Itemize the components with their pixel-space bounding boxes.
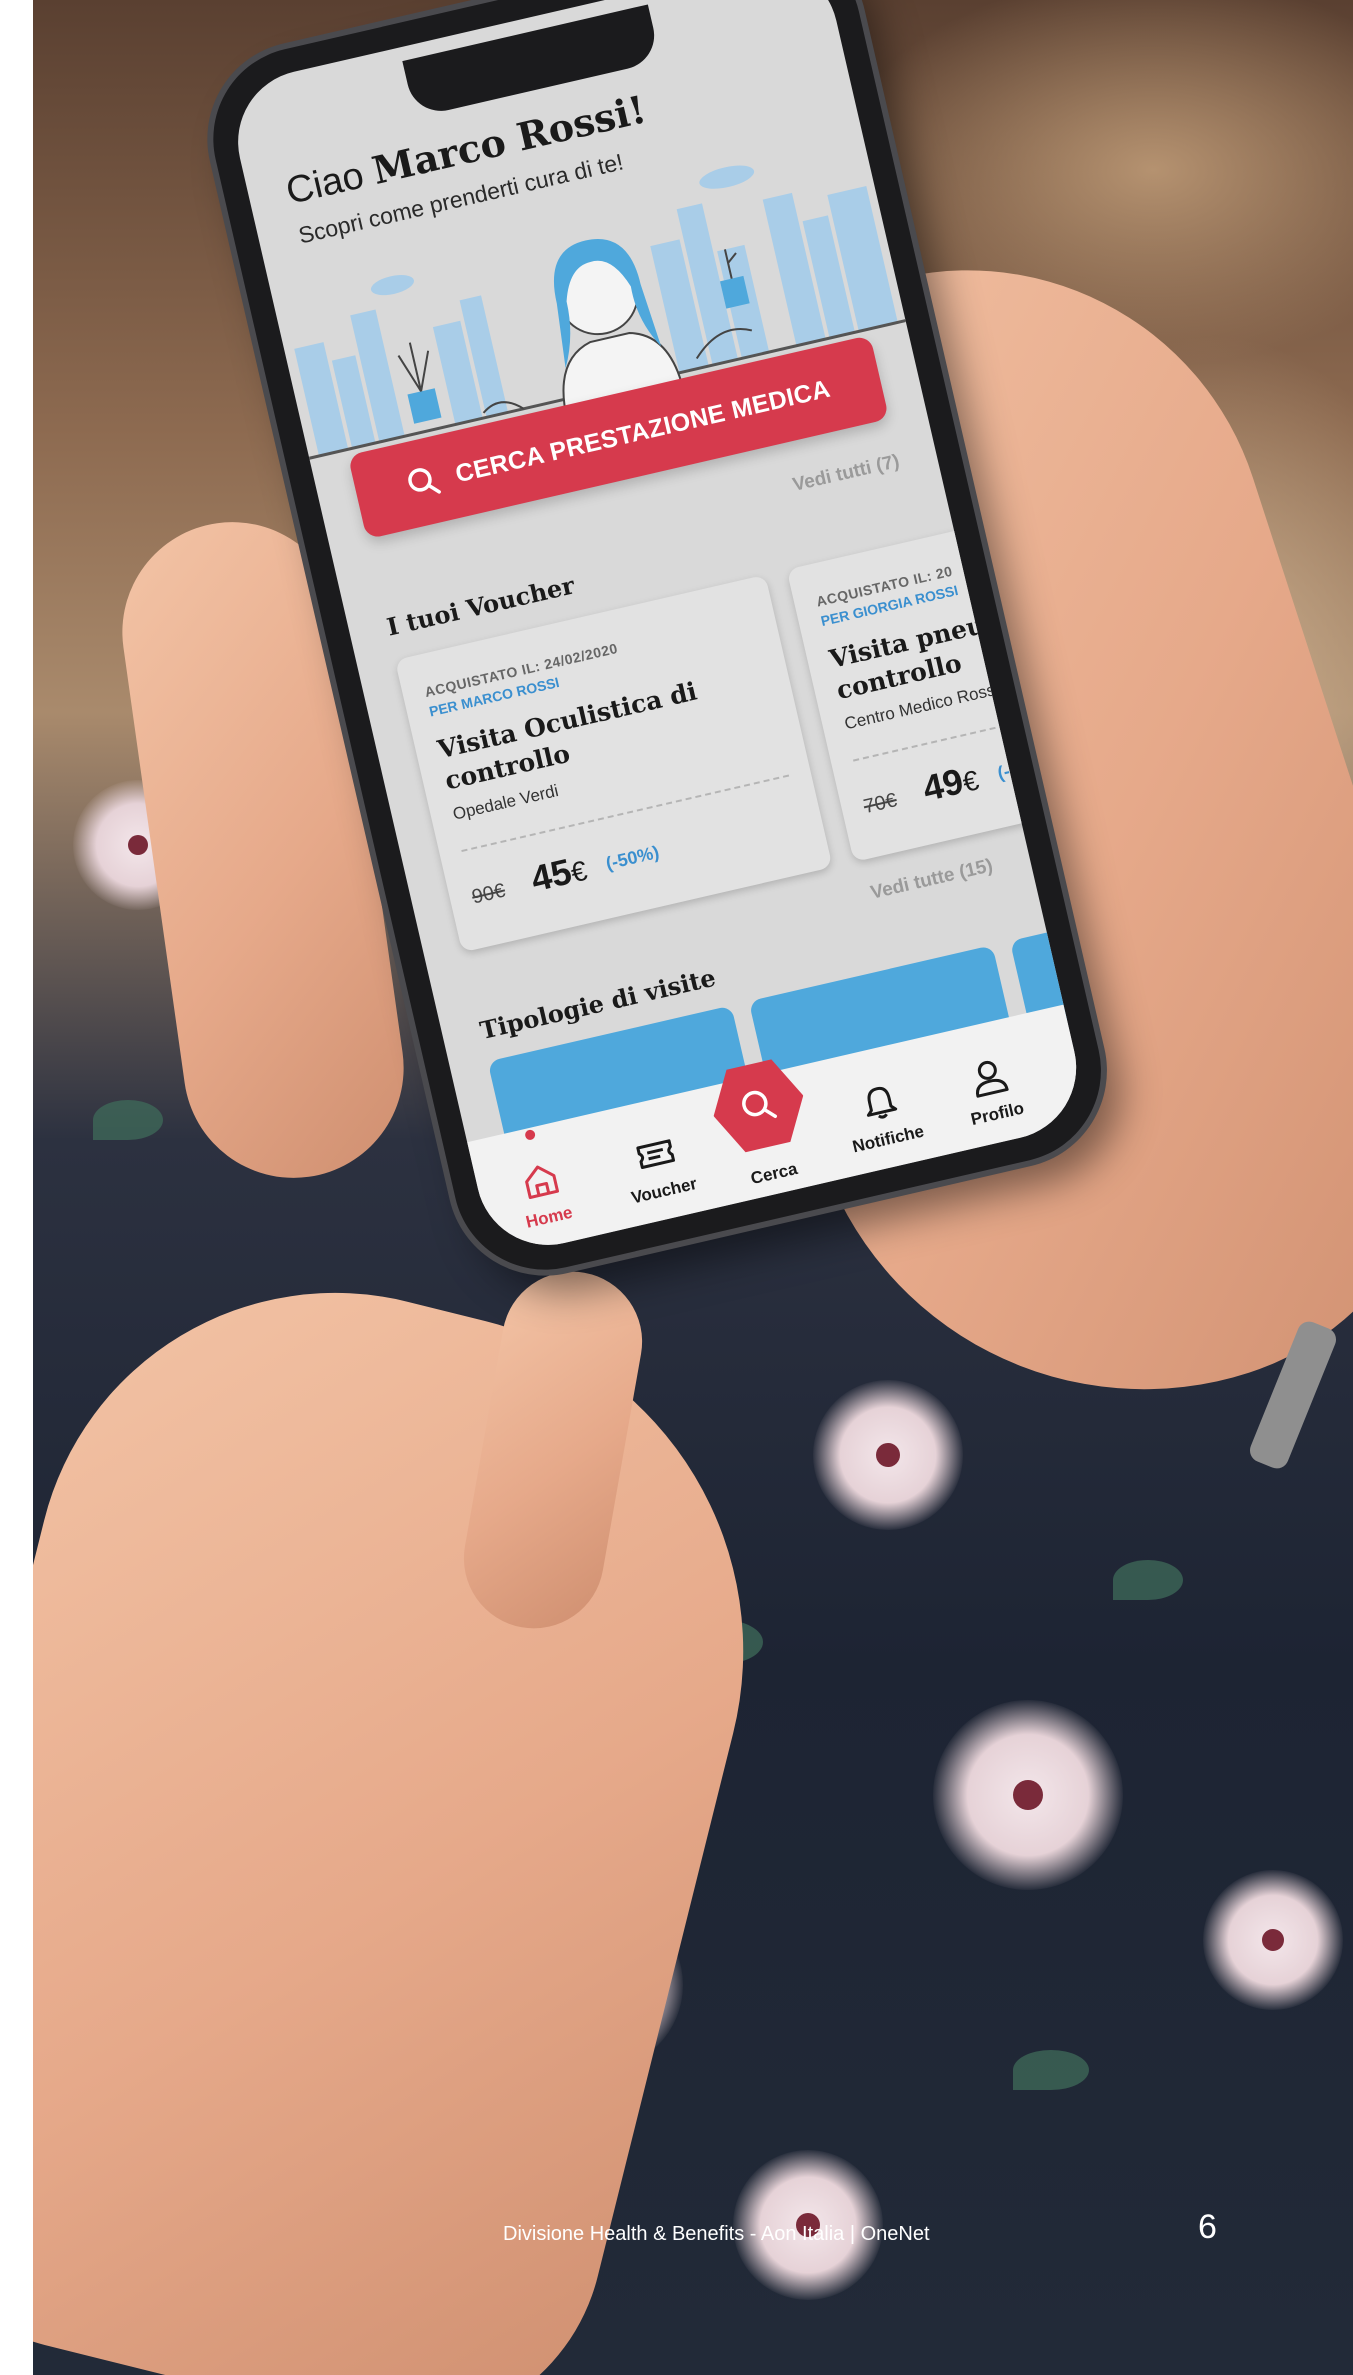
tab-notifications-label: Notifiche [850, 1121, 926, 1157]
discount: (-50%) [603, 841, 661, 874]
flower-decoration [1203, 1870, 1343, 2010]
see-all-vouchers-link[interactable]: Vedi tutti (7) [791, 451, 902, 497]
leaf-decoration [1013, 2050, 1089, 2090]
tab-profile[interactable]: Profilo [931, 1045, 1053, 1136]
bell-icon [866, 1086, 898, 1119]
old-price: 90€ [469, 879, 508, 909]
voucher-card[interactable]: ACQUISTATO IL: 24/02/2020 PER MARCO ROSS… [394, 574, 833, 953]
flower-decoration [933, 1700, 1123, 1890]
price: 45€ [527, 847, 591, 900]
active-indicator [524, 1128, 537, 1141]
home-icon [525, 1165, 560, 1199]
leaf-decoration [93, 1100, 163, 1140]
tab-profile-label: Profilo [968, 1098, 1026, 1130]
left-hand [33, 1229, 816, 2375]
tab-home-label: Home [523, 1202, 575, 1232]
user-icon [976, 1060, 1009, 1098]
footer-text: Divisione Health & Benefits - Aon Italia… [503, 2223, 930, 2245]
flower-decoration [813, 1380, 963, 1530]
page-number: 6 [1198, 2208, 1217, 2246]
tab-voucher[interactable]: Voucher [598, 1122, 720, 1213]
divider [461, 774, 790, 853]
see-all-visit-types-link[interactable]: Vedi tutte (15) [869, 855, 995, 904]
search-icon [734, 1082, 782, 1130]
leaf-decoration [1113, 1560, 1183, 1600]
greeting-prefix: Ciao [282, 154, 368, 213]
ticket-icon [636, 1139, 676, 1169]
tab-search-label: Cerca [748, 1158, 800, 1189]
tab-notifications[interactable]: Notifiche [822, 1071, 944, 1162]
old-price: 70€ [861, 789, 900, 819]
tab-home[interactable]: Home [483, 1149, 605, 1240]
search-icon [408, 468, 442, 494]
tab-voucher-label: Voucher [629, 1173, 699, 1208]
price: 49€ [919, 757, 983, 810]
